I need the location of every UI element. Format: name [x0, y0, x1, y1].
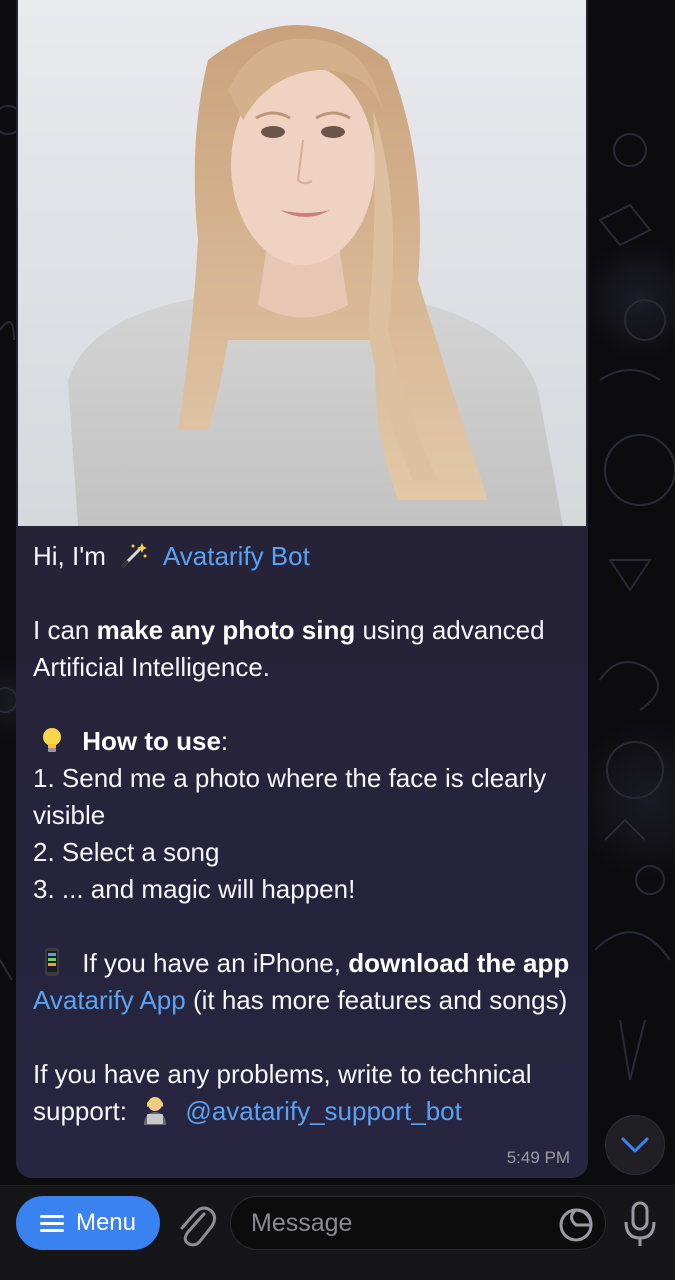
chevron-down-icon [621, 1137, 649, 1153]
message-placeholder: Message [251, 1208, 353, 1237]
intro-prefix: I can [33, 615, 90, 645]
avatarify-app-link[interactable]: Avatarify App [33, 985, 186, 1015]
bot-message-bubble: Hi, I'm Avatarify Bot I can make any pho… [16, 0, 588, 1178]
iphone-prefix: If you have an iPhone, [82, 948, 341, 978]
light-bulb-icon [43, 728, 61, 752]
iphone-suffix: (it has more features and songs) [192, 985, 568, 1015]
step-1: 1. Send me a photo where the face is cle… [33, 763, 547, 830]
message-input[interactable]: Message [230, 1196, 606, 1250]
iphone-bold: download the app [348, 948, 570, 978]
scroll-to-bottom-button[interactable] [605, 1115, 665, 1175]
intro-bold: make any photo sing [96, 615, 356, 645]
message-composer: Menu Message [0, 1185, 675, 1280]
step-3: 3. ... and magic will happen! [33, 874, 356, 904]
hamburger-icon [39, 1215, 64, 1232]
greeting-line: Hi, I'm Avatarify Bot [33, 538, 578, 575]
support-bot-link[interactable]: @avatarify_support_bot [185, 1096, 461, 1126]
woman-portrait-image [68, 25, 563, 526]
intro-paragraph: I can make any photo sing using advanced… [33, 612, 578, 686]
paperclip-icon[interactable] [174, 1200, 218, 1248]
greeting-text: Hi, I'm [33, 541, 106, 571]
howto-colon: : [220, 726, 229, 756]
microphone-icon[interactable] [622, 1200, 658, 1248]
howto-heading: How to use: [33, 723, 578, 760]
support-paragraph: If you have any problems, write to techn… [33, 1056, 578, 1130]
bot-name-link[interactable]: Avatarify Bot [163, 541, 310, 571]
magic-wand-icon [121, 543, 148, 568]
sticker-icon[interactable] [558, 1207, 594, 1243]
iphone-paragraph: If you have an iPhone, download the app … [33, 945, 578, 1019]
person-with-laptop-icon [144, 1097, 167, 1125]
bot-menu-button[interactable]: Menu [16, 1196, 160, 1250]
avatar-photo[interactable] [18, 0, 586, 526]
step-2: 2. Select a song [33, 837, 220, 867]
message-text: Hi, I'm Avatarify Bot I can make any pho… [33, 538, 578, 1130]
howto-title: How to use [82, 726, 221, 756]
message-time: 5:49 PM [506, 1148, 570, 1167]
mobile-phone-icon [45, 948, 59, 976]
menu-label: Menu [75, 1209, 137, 1236]
